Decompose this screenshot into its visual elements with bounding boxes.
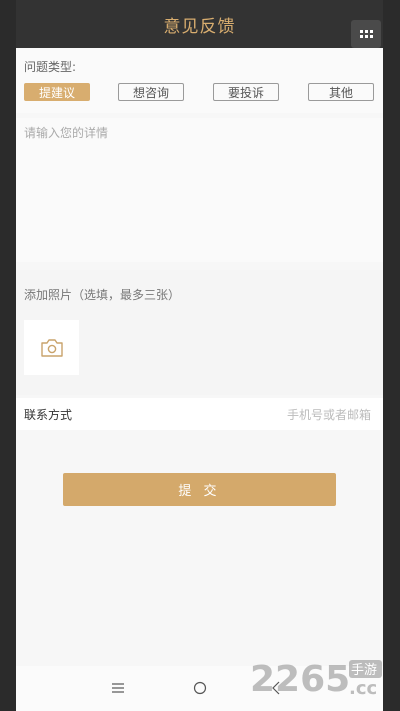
- home-circle-icon: [193, 681, 207, 695]
- issue-type-label: 问题类型:: [24, 60, 77, 74]
- issue-type-section: 问题类型: 提建议 想咨询 要投诉 其他: [16, 48, 383, 113]
- top-bar: 意见反馈: [16, 0, 383, 48]
- type-option-consult[interactable]: 想咨询: [118, 83, 184, 101]
- camera-icon: [40, 338, 63, 357]
- contact-row: 联系方式: [16, 398, 383, 430]
- grid-menu-button[interactable]: [351, 20, 381, 48]
- watermark-logo-icon: 2265 手游 .cc: [250, 659, 382, 700]
- photo-section: 添加照片（选填，最多三张）: [16, 270, 383, 395]
- feedback-screen: 意见反馈 问题类型: 提建议 想咨询 要投诉 其他 请输入您的详情 添加照片（选…: [16, 0, 383, 711]
- site-watermark: 2265 手游 .cc: [250, 657, 385, 700]
- grid-menu-icon: [359, 30, 373, 38]
- page-title: 意见反馈: [163, 16, 236, 37]
- submit-button[interactable]: 提 交: [63, 473, 336, 506]
- home-nav-button[interactable]: [190, 678, 210, 698]
- contact-input[interactable]: [169, 404, 373, 426]
- type-option-other[interactable]: 其他: [308, 83, 374, 101]
- photo-label: 添加照片（选填，最多三张）: [24, 288, 181, 302]
- type-option-complaint[interactable]: 要投诉: [213, 83, 279, 101]
- menu-lines-icon: [112, 683, 124, 693]
- type-option-suggestion[interactable]: 提建议: [24, 83, 90, 101]
- add-photo-button[interactable]: [24, 320, 79, 375]
- details-textarea[interactable]: 请输入您的详情: [16, 118, 383, 262]
- watermark-number: 2265: [250, 659, 350, 697]
- watermark-domain: .cc: [349, 678, 377, 697]
- contact-label: 联系方式: [24, 408, 73, 422]
- menu-nav-button[interactable]: [108, 678, 128, 698]
- watermark-suffix: 手游: [351, 663, 377, 678]
- details-placeholder: 请输入您的详情: [24, 126, 109, 140]
